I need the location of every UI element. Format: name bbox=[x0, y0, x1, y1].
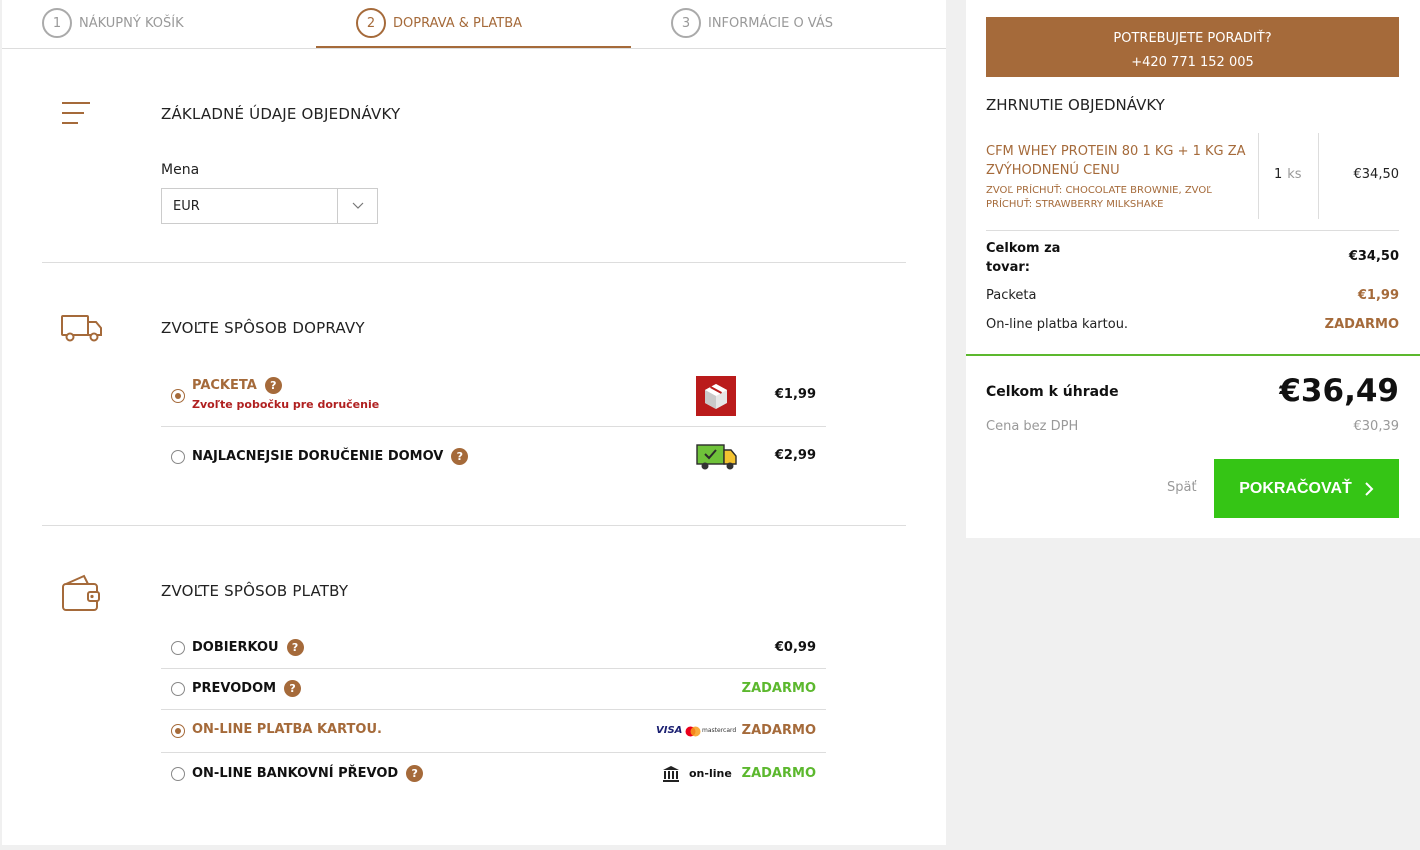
menu-lines-icon bbox=[62, 102, 90, 124]
checkout-main-panel: 1 NÁKUPNÝ KOŠÍK 2 DOPRAVA & PLATBA 3 INF… bbox=[2, 0, 946, 845]
chevron-down-icon bbox=[337, 189, 377, 223]
payment-option-price: €0,99 bbox=[774, 640, 816, 655]
help-icon[interactable]: ? bbox=[286, 639, 304, 656]
currency-label: Mena bbox=[161, 162, 200, 178]
to-pay-value: €36,49 bbox=[1279, 373, 1399, 409]
step-number: 2 bbox=[356, 8, 386, 38]
delivery-truck-icon bbox=[696, 444, 737, 470]
total-separator bbox=[966, 354, 1420, 356]
pickup-point-note[interactable]: Zvoľte pobočku pre doručenie bbox=[192, 398, 379, 411]
currency-select[interactable]: EUR bbox=[161, 188, 378, 224]
shipping-option-packeta[interactable]: PACKETA? Zvoľte pobočku pre doručenie €1… bbox=[161, 365, 826, 427]
radio-button[interactable] bbox=[171, 682, 185, 696]
payment-option-name: PREVODOM? bbox=[192, 680, 302, 697]
help-icon[interactable]: ? bbox=[284, 680, 302, 697]
payment-line-value: ZADARMO bbox=[1324, 317, 1399, 332]
radio-button[interactable] bbox=[171, 450, 185, 464]
no-vat-value: €30,39 bbox=[1353, 419, 1400, 434]
active-step-underline bbox=[316, 46, 631, 48]
checkout-steps: 1 NÁKUPNÝ KOŠÍK 2 DOPRAVA & PLATBA 3 INF… bbox=[2, 0, 946, 49]
shipping-option-home-delivery[interactable]: NAJLACNEJSIE DORUČENIE DOMOV? €2,99 bbox=[161, 427, 826, 487]
truck-icon bbox=[61, 315, 102, 342]
no-vat-label: Cena bez DPH bbox=[986, 419, 1079, 434]
payment-option-card[interactable]: ON-LINE PLATBA KARTOU. VISA mastercard Z… bbox=[161, 710, 826, 753]
advice-title: POTREBUJETE PORADIŤ? bbox=[1113, 31, 1272, 46]
back-link[interactable]: Späť bbox=[1167, 480, 1197, 495]
payment-option-name: DOBIERKOU? bbox=[192, 639, 304, 656]
step-shipping-payment[interactable]: 2 DOPRAVA & PLATBA bbox=[356, 8, 522, 38]
online-label: on-line bbox=[689, 767, 732, 780]
shipping-line-value: €1,99 bbox=[1357, 288, 1399, 303]
step-your-info[interactable]: 3 INFORMÁCIE O VÁS bbox=[671, 8, 833, 38]
order-summary-sidebar: POTREBUJETE PORADIŤ? +420 771 152 005 ZH… bbox=[966, 0, 1420, 538]
item-price: €34,50 bbox=[1353, 167, 1400, 182]
payment-option-name: ON-LINE BANKOVNÍ PŘEVOD? bbox=[192, 765, 424, 782]
payment-option-price: ZADARMO bbox=[741, 681, 816, 696]
step-number: 1 bbox=[42, 8, 72, 38]
shipping-option-price: €2,99 bbox=[774, 448, 816, 463]
goods-total-value: €34,50 bbox=[1348, 249, 1399, 264]
goods-total-label: Celkom za tovar: bbox=[986, 241, 1061, 275]
column-divider bbox=[1258, 133, 1259, 219]
section-divider bbox=[42, 262, 906, 263]
help-icon[interactable]: ? bbox=[406, 765, 424, 782]
payment-option-bank[interactable]: ON-LINE BANKOVNÍ PŘEVOD? on-line ZADARMO bbox=[161, 753, 826, 795]
packeta-logo-icon bbox=[696, 376, 736, 416]
continue-label: POKRAČOVAŤ bbox=[1239, 479, 1352, 497]
payment-option-name: ON-LINE PLATBA KARTOU. bbox=[192, 722, 382, 737]
payment-option-price: ZADARMO bbox=[741, 766, 816, 781]
item-quantity: 1 ks bbox=[1274, 167, 1302, 182]
visa-logo-icon: VISA bbox=[656, 725, 683, 736]
step-label: INFORMÁCIE O VÁS bbox=[708, 15, 834, 31]
step-cart[interactable]: 1 NÁKUPNÝ KOŠÍK bbox=[42, 8, 184, 38]
chevron-right-icon bbox=[1365, 481, 1374, 496]
payment-option-cod[interactable]: DOBIERKOU? €0,99 bbox=[161, 628, 826, 669]
section-divider bbox=[42, 525, 906, 526]
to-pay-label: Celkom k úhrade bbox=[986, 384, 1119, 400]
radio-button[interactable] bbox=[171, 641, 185, 655]
column-divider bbox=[1318, 133, 1319, 219]
help-icon[interactable]: ? bbox=[451, 448, 469, 465]
summary-divider bbox=[986, 230, 1399, 231]
shipping-line-label: Packeta bbox=[986, 288, 1037, 303]
shipping-option-name: PACKETA? bbox=[192, 377, 282, 394]
continue-button[interactable]: POKRAČOVAŤ bbox=[1214, 459, 1399, 518]
summary-title: ZHRNUTIE OBJEDNÁVKY bbox=[986, 96, 1165, 114]
shipping-option-price: €1,99 bbox=[774, 387, 816, 402]
mastercard-label: mastercard bbox=[702, 727, 737, 734]
radio-button[interactable] bbox=[171, 724, 185, 738]
mastercard-logo-icon bbox=[685, 726, 701, 737]
advice-banner[interactable]: POTREBUJETE PORADIŤ? +420 771 152 005 bbox=[986, 17, 1399, 77]
payment-option-price: ZADARMO bbox=[741, 723, 816, 738]
help-icon[interactable]: ? bbox=[264, 377, 282, 394]
bank-icon bbox=[663, 766, 679, 782]
step-label: NÁKUPNÝ KOŠÍK bbox=[79, 15, 184, 31]
shipping-title: ZVOĽTE SPÔSOB DOPRAVY bbox=[161, 319, 365, 337]
wallet-icon bbox=[62, 574, 100, 611]
advice-phone[interactable]: +420 771 152 005 bbox=[986, 51, 1399, 75]
item-name[interactable]: CFM WHEY PROTEIN 80 1 KG + 1 KG ZA ZVÝHO… bbox=[986, 142, 1248, 180]
step-label: DOPRAVA & PLATBA bbox=[393, 15, 523, 31]
payment-line-label: On-line platba kartou. bbox=[986, 317, 1129, 332]
currency-value: EUR bbox=[173, 198, 200, 214]
basic-info-title: ZÁKLADNÉ ÚDAJE OBJEDNÁVKY bbox=[161, 105, 401, 123]
item-variant: ZVOĽ PRÍCHUŤ: CHOCOLATE BROWNIE, ZVOĽ PR… bbox=[986, 185, 1212, 210]
radio-button[interactable] bbox=[171, 389, 185, 403]
step-number: 3 bbox=[671, 8, 701, 38]
radio-button[interactable] bbox=[171, 767, 185, 781]
payment-option-transfer[interactable]: PREVODOM? ZADARMO bbox=[161, 669, 826, 710]
payment-title: ZVOĽTE SPÔSOB PLATBY bbox=[161, 582, 349, 600]
shipping-option-name: NAJLACNEJSIE DORUČENIE DOMOV? bbox=[192, 448, 469, 465]
